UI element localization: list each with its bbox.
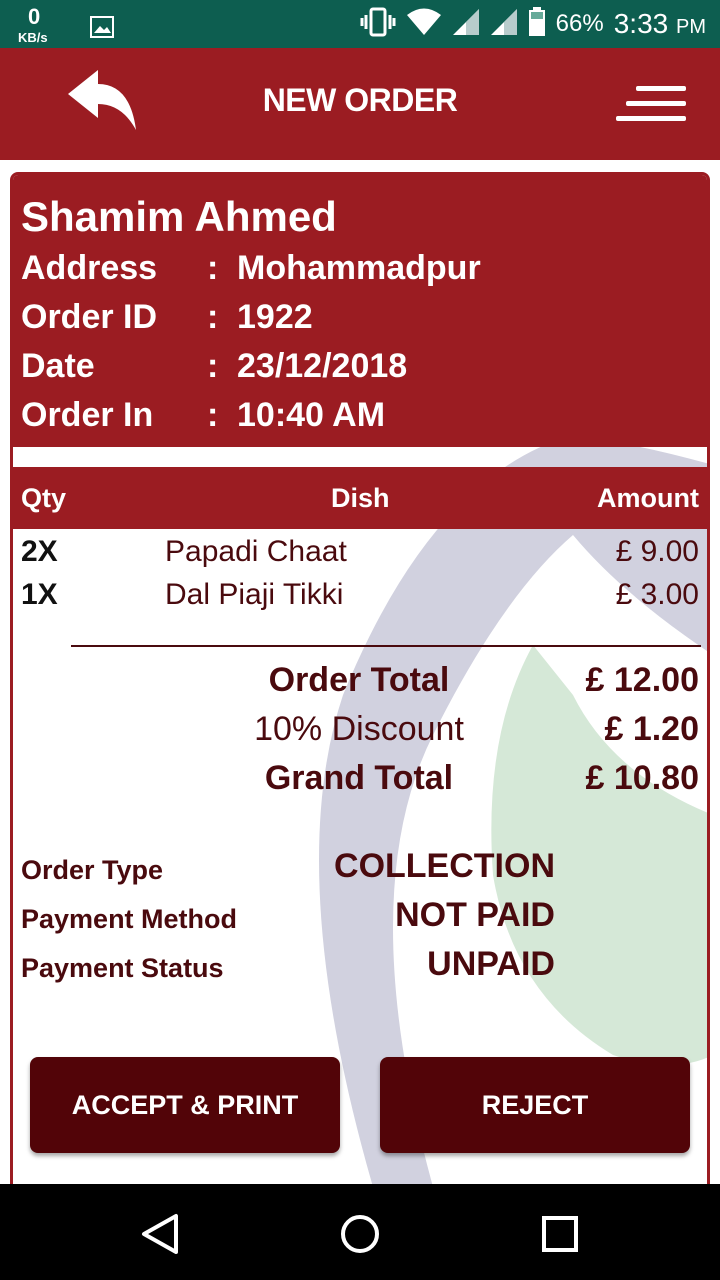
signal-icon [490,8,518,41]
menu-icon-line [616,116,686,121]
order-card: Shamim Ahmed Address : Mohammadpur Order… [10,172,710,1184]
recents-square-icon [542,1216,578,1252]
grand-total-value: £ 10.80 [585,759,699,797]
address-label: Address [21,249,158,287]
payment-status-label: Payment Status [21,953,224,983]
order-type-row: Order Type COLLECTION [13,847,707,891]
menu-icon-line [636,86,686,91]
item-dish: Papadi Chaat [165,535,347,568]
discount-value: £ 1.20 [604,710,699,748]
back-triangle-icon [142,1214,178,1254]
app-bar: NEW ORDER [0,48,720,160]
status-bar: 0 KB/s 66% 3:33 PM [0,0,720,48]
item-dish: Dal Piaji Tikki [165,578,344,611]
address-value: Mohammadpur [237,249,481,287]
battery-percent: 66% [555,10,604,37]
order-total-label: Order Total [268,661,450,699]
reject-button[interactable]: REJECT [380,1057,690,1153]
payment-method-value: NOT PAID [395,896,555,934]
date-label: Date [21,347,95,385]
page-title: NEW ORDER [262,82,458,118]
menu-button[interactable] [614,84,686,124]
customer-info-panel: Shamim Ahmed Address : Mohammadpur Order… [13,175,707,447]
net-speed-unit: KB/s [18,30,48,45]
discount-row: 10% Discount £ 1.20 [13,710,707,754]
amount-header: Amount [597,483,699,513]
nav-back-button[interactable] [136,1210,184,1258]
wifi-icon [406,8,442,41]
customer-name: Shamim Ahmed [21,193,337,240]
qty-header: Qty [21,483,67,513]
clock: 3:33 PM [614,8,706,40]
grand-total-label: Grand Total [264,759,454,797]
clock-time: 3:33 [613,8,669,39]
divider [71,645,701,647]
colon: : [207,347,219,385]
order-in-label: Order In [21,396,154,434]
colon: : [207,396,219,434]
dish-header: Dish [331,483,390,513]
item-amount: £ 9.00 [615,535,699,568]
nav-home-button[interactable] [336,1210,384,1258]
gallery-icon [90,16,114,43]
menu-icon-line [626,101,686,106]
battery-icon [528,6,546,42]
order-type-value: COLLECTION [334,847,555,885]
payment-method-label: Payment Method [21,904,238,934]
item-qty: 2X [21,535,58,568]
item-amount: £ 3.00 [615,578,699,611]
order-id-label: Order ID [21,298,158,336]
items-table-header: Qty Dish Amount [13,467,707,529]
order-id-value: 1922 [237,298,313,336]
status-icons: 66% 3:33 PM [360,0,706,48]
table-row: 2X Papadi Chaat £ 9.00 [13,535,707,575]
order-type-label: Order Type [21,855,164,885]
table-row: 1X Dal Piaji Tikki £ 3.00 [13,578,707,618]
clock-suffix: PM [676,16,706,38]
order-in-value: 10:40 AM [237,396,386,434]
date-value: 23/12/2018 [237,347,408,385]
vibrate-icon [360,7,396,42]
colon: : [207,249,219,287]
item-qty: 1X [21,578,58,611]
signal-icon [452,8,480,41]
payment-method-row: Payment Method NOT PAID [13,896,707,940]
nav-recents-button[interactable] [536,1210,584,1258]
accept-print-button[interactable]: ACCEPT & PRINT [30,1057,340,1153]
payment-status-value: UNPAID [427,945,555,983]
system-nav-bar [0,1184,720,1280]
payment-status-row: Payment Status UNPAID [13,945,707,989]
discount-label: 10% Discount [254,710,464,748]
home-circle-icon [341,1215,379,1253]
net-speed-value: 0 [28,4,41,29]
grand-total-row: Grand Total £ 10.80 [13,759,707,803]
order-total-value: £ 12.00 [585,661,699,699]
colon: : [207,298,219,336]
order-total-row: Order Total £ 12.00 [13,661,707,705]
